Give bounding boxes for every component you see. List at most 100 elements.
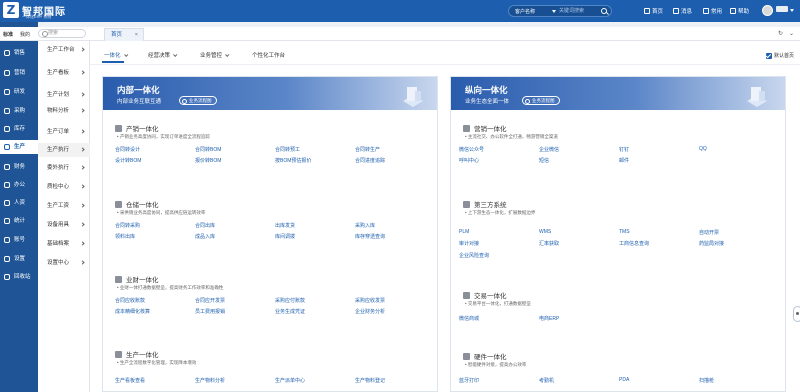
sidebar-item-recycle[interactable]: 回收站 (0, 270, 38, 284)
feature-link[interactable]: 合同出库 (195, 222, 215, 229)
nav-home[interactable]: 首页 (644, 7, 663, 15)
submenu-item[interactable]: 基础档案 (38, 237, 90, 251)
sidebar-item-office[interactable]: 办公 (0, 178, 38, 192)
user-name[interactable] (776, 6, 788, 12)
feature-link[interactable]: 出库发货 (275, 222, 295, 229)
feature-link[interactable]: 员工费用报销 (195, 308, 225, 315)
submenu-item[interactable]: 设备用具 (38, 218, 90, 232)
feature-link[interactable]: TMS (619, 229, 630, 235)
feature-link[interactable]: PLM (459, 229, 469, 235)
feature-link[interactable]: 合同转BOM (195, 146, 221, 153)
tab-home[interactable]: 首页 × (104, 28, 144, 41)
feature-link[interactable]: 电商ERP (539, 315, 559, 322)
nav-help[interactable]: 帮助 (730, 7, 749, 15)
search-icon[interactable] (601, 8, 607, 14)
sidebar-item-finance[interactable]: 财务 (0, 160, 38, 174)
submenu-item[interactable]: 设置中心 (38, 256, 90, 270)
submenu-item[interactable]: 生产看板 (38, 66, 90, 80)
feature-link[interactable]: 合同转采购 (115, 222, 140, 229)
sidebar-item-marketing[interactable]: 营销 (0, 66, 38, 80)
feature-link[interactable]: 生产派单中心 (275, 377, 305, 384)
feature-link[interactable]: 生产物料登记 (355, 377, 385, 384)
feature-link[interactable]: 合同转生产 (355, 146, 380, 153)
flow-chart-button[interactable]: 业务流程图 (179, 96, 217, 105)
subnav-workbench[interactable]: 个性化工作台 (252, 51, 285, 59)
feature-link[interactable]: 汇率获取 (539, 240, 559, 247)
sidebar-item-stats[interactable]: 统计 (0, 214, 38, 228)
feature-link[interactable]: 合同进度追踪 (355, 157, 385, 164)
sidebar-item-production[interactable]: 生产 (0, 140, 38, 154)
feature-link[interactable]: 成品入库 (195, 233, 215, 240)
feature-link[interactable]: 库间调拨 (275, 233, 295, 240)
feature-link[interactable]: 报价转BOM (195, 157, 221, 164)
feature-link[interactable]: 库存穿透查询 (355, 233, 385, 240)
search-category-select[interactable]: 客户名称 (515, 8, 535, 15)
nav-messages[interactable]: 消息 (673, 7, 692, 15)
feature-link[interactable]: 设计转BOM (115, 157, 141, 164)
feature-link[interactable]: 生产物料分析 (195, 377, 225, 384)
chevron-down-icon[interactable] (790, 9, 794, 12)
submenu-item[interactable]: 质检中心 (38, 180, 90, 194)
feature-link[interactable]: 呼叫中心 (459, 157, 479, 164)
nav-favorites[interactable]: 常用 (703, 7, 722, 15)
sidebar-item-hr[interactable]: 人资 (0, 196, 38, 210)
feature-link[interactable]: 邮件 (619, 157, 629, 164)
feature-link[interactable]: 钉钉 (619, 146, 629, 153)
feature-link[interactable]: 蓝牙打印 (459, 377, 479, 384)
feature-link[interactable]: 合同应开发票 (195, 297, 225, 304)
feature-link[interactable]: 企业微信 (539, 146, 559, 153)
tab-standard[interactable]: 标准 (3, 31, 13, 38)
feature-link[interactable]: 企业风险查询 (459, 252, 489, 259)
subnav-integration[interactable]: 一体化 (104, 51, 128, 59)
feature-link[interactable]: 采购入库 (355, 222, 375, 229)
sidebar-item-sales[interactable]: 销售 (0, 46, 38, 60)
feature-link[interactable]: 药监局对接 (699, 240, 724, 247)
subnav-control[interactable]: 业务管控 (200, 51, 230, 59)
feature-link[interactable]: 采购应收发票 (355, 297, 385, 304)
feature-link[interactable]: 企业财务分析 (355, 308, 385, 315)
submenu-item[interactable]: 委外执行 (38, 161, 90, 175)
feature-link[interactable]: PDA (619, 377, 629, 383)
feature-link[interactable]: 扫描枪 (699, 377, 714, 384)
feature-link[interactable]: 短信 (539, 157, 549, 164)
flow-chart-button[interactable]: 业务流程图 (522, 96, 560, 105)
feature-link[interactable]: 按BOM预估报价 (275, 157, 311, 164)
feature-link[interactable]: WMS (539, 229, 551, 235)
tab-mine[interactable]: 我的 (20, 31, 30, 38)
feature-link[interactable]: 成本精细化核算 (115, 308, 150, 315)
feature-link[interactable]: 自动开票 (699, 229, 719, 236)
search-input[interactable] (559, 6, 599, 16)
sidebar-item-settings[interactable]: 设置 (0, 252, 38, 266)
chevron-down-icon[interactable]: ⌄ (789, 30, 794, 37)
submenu-item[interactable]: 物料分析 (38, 104, 90, 118)
close-icon[interactable]: × (135, 29, 138, 41)
feature-link[interactable]: 考勤机 (539, 377, 554, 384)
refresh-icon[interactable]: ↻ (778, 30, 783, 37)
feature-link[interactable]: 微信公众号 (459, 146, 484, 153)
sidebar-item-purchase[interactable]: 采购 (0, 104, 38, 118)
floating-scroll-handle[interactable] (793, 306, 800, 322)
submenu-item[interactable]: 生产工作台 (38, 43, 90, 57)
feature-link[interactable]: 业务生成凭证 (275, 308, 305, 315)
sidebar-search-input[interactable]: 搜索 (38, 29, 86, 38)
avatar[interactable] (762, 5, 773, 16)
subnav-decision[interactable]: 经营决策 (148, 51, 178, 59)
feature-link[interactable]: 采购应付账款 (275, 297, 305, 304)
sidebar-item-rnd[interactable]: 研发 (0, 85, 38, 99)
submenu-item-active[interactable]: 生产执行 (38, 143, 90, 157)
feature-link[interactable]: 领料出库 (115, 233, 135, 240)
submenu-item[interactable]: 生产工资 (38, 199, 90, 213)
feature-link[interactable]: 合同转预工 (275, 146, 300, 153)
feature-link[interactable]: 工商信息查询 (619, 240, 649, 247)
feature-link[interactable]: 微信商城 (459, 315, 479, 322)
chevron-down-icon[interactable] (552, 10, 556, 13)
submenu-item[interactable]: 生产订单 (38, 125, 90, 139)
feature-link[interactable]: 审计对接 (459, 240, 479, 247)
feature-link[interactable]: 合同应收账款 (115, 297, 145, 304)
feature-link[interactable]: 合同转设计 (115, 146, 140, 153)
sidebar-item-warehouse[interactable]: 库存 (0, 122, 38, 136)
sidebar-item-account[interactable]: 账号 (0, 233, 38, 247)
feature-link[interactable]: 生产看板查看 (115, 377, 145, 384)
feature-link[interactable]: QQ (699, 146, 707, 152)
submenu-item[interactable]: 生产计划 (38, 88, 90, 102)
